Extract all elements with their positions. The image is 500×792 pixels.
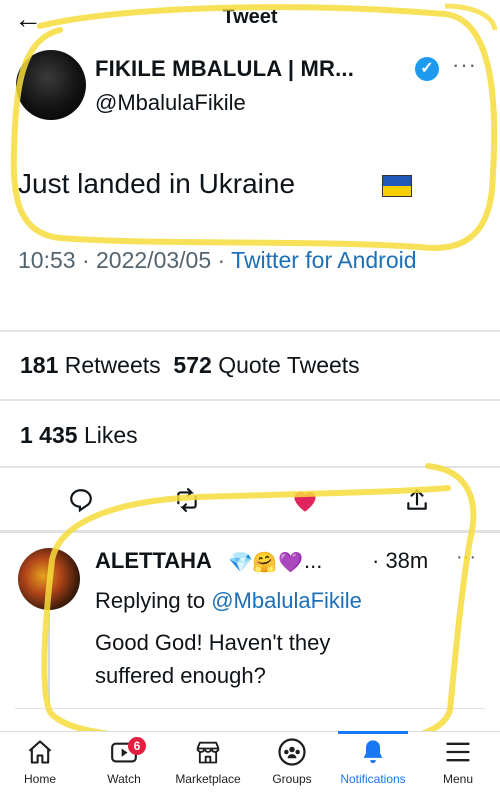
store-icon [168, 735, 248, 769]
hamburger-menu-icon [418, 735, 498, 769]
nav-item-marketplace[interactable]: Marketplace [168, 735, 248, 791]
nav-item-notifications[interactable]: Notifications [333, 735, 413, 791]
thread-line [48, 612, 50, 702]
ukraine-flag-icon [382, 175, 412, 197]
diamond-emoji: 💎 [228, 552, 253, 574]
purple-heart-emoji: 💜 [278, 552, 303, 574]
nav-label-marketplace: Marketplace [175, 772, 241, 786]
reply-ellipsis: ... [304, 548, 323, 573]
reply-avatar[interactable] [18, 548, 80, 610]
timestamp-separator: · [81, 247, 97, 273]
nav-item-menu[interactable]: Menu [418, 735, 498, 791]
share-icon[interactable] [400, 483, 434, 517]
video-icon [84, 735, 164, 769]
home-icon [0, 735, 80, 769]
divider [0, 399, 500, 401]
author-handle[interactable]: @MbalulaFikile [95, 90, 246, 116]
retweets-label[interactable]: Retweets [65, 352, 161, 378]
timestamp-separator: · [217, 247, 232, 273]
nav-label-notifications: Notifications [340, 772, 406, 786]
divider [15, 708, 485, 709]
tweet-client-link[interactable]: Twitter for Android [231, 247, 416, 273]
hugging-emoji: 🤗 [252, 552, 277, 574]
page-title: Tweet [222, 6, 278, 28]
replying-to: Replying to @MbalulaFikile [95, 588, 362, 614]
divider [0, 530, 500, 533]
divider [0, 466, 500, 468]
author-name[interactable]: FIKILE MBALULA | MR... [95, 56, 354, 82]
divider [0, 330, 500, 332]
watch-badge: 6 [128, 737, 146, 755]
reply-more-icon[interactable]: ··· [456, 546, 476, 569]
replying-prefix: Replying to [95, 588, 206, 613]
nav-label-groups: Groups [272, 772, 312, 786]
likes-stats: 1 435 Likes [20, 422, 138, 449]
likes-count[interactable]: 1 435 [20, 422, 78, 448]
replying-handle-link[interactable]: @MbalulaFikile [211, 588, 362, 613]
groups-icon [252, 735, 332, 769]
tweet-time: 10:53 [18, 247, 76, 273]
nav-item-watch[interactable]: 6 Watch [84, 735, 164, 791]
retweets-count[interactable]: 181 [20, 352, 58, 378]
nav-label-watch: Watch [107, 772, 141, 786]
nav-label-home: Home [23, 772, 56, 786]
quotes-count[interactable]: 572 [173, 352, 211, 378]
nav-item-home[interactable]: Home [0, 735, 80, 791]
reply-text: Good God! Haven't they suffered enough? [95, 630, 331, 688]
retweet-stats: 181 Retweets 572 Quote Tweets [20, 352, 360, 379]
reply-author-name[interactable]: ALETTAHA [95, 548, 212, 574]
likes-label[interactable]: Likes [84, 422, 138, 448]
reply-time[interactable]: · 38m [372, 548, 428, 574]
retweet-icon[interactable] [170, 483, 204, 517]
active-tab-indicator [338, 731, 408, 734]
bell-icon [333, 735, 413, 769]
author-avatar[interactable] [16, 50, 86, 120]
more-options-icon[interactable]: ··· [452, 52, 477, 78]
nav-label-menu: Menu [442, 772, 474, 786]
tweet-date: 2022/03/05 [96, 247, 212, 273]
nav-item-groups[interactable]: Groups [252, 735, 332, 791]
tweet-timestamp: 10:53 · 2022/03/05 · Twitter for Android [18, 242, 438, 278]
reply-icon[interactable] [64, 483, 98, 517]
tweet-text: Just landed in Ukraine [18, 168, 296, 199]
heart-liked-icon[interactable] [288, 483, 322, 517]
quotes-label[interactable]: Quote Tweets [218, 352, 360, 378]
verified-badge-icon: ✓ [415, 57, 439, 81]
